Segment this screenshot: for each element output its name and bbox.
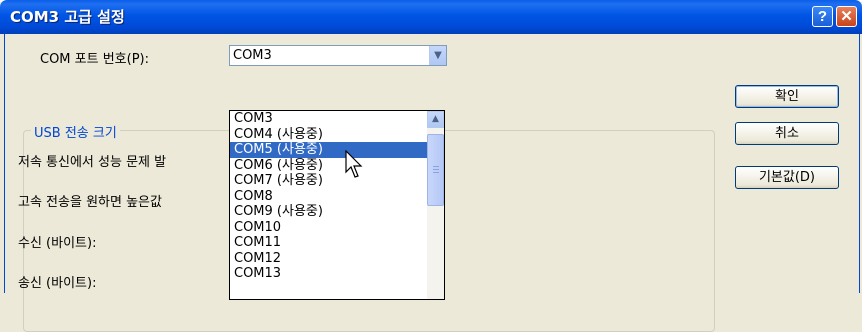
usb-group-title: USB 전송 크기 (31, 122, 120, 141)
cancel-button[interactable]: 취소 (735, 122, 839, 145)
dropdown-option[interactable]: COM6 (사용중) (230, 158, 444, 174)
window-title: COM3 고급 설정 (10, 8, 125, 26)
com-port-dropdown-list[interactable]: COM3 COM4 (사용중) COM5 (사용중) COM6 (사용중) COM7 (… (229, 110, 445, 300)
close-button[interactable]: ✕ (836, 6, 857, 27)
scrollbar-thumb[interactable] (427, 134, 444, 206)
title-bar[interactable]: COM3 고급 설정 ? ✕ (0, 0, 862, 34)
high-speed-text: 고속 전송을 원하면 높은값 (18, 195, 162, 210)
dropdown-option[interactable]: COM3 (230, 111, 444, 127)
defaults-button[interactable]: 기본값(D) (735, 166, 839, 189)
help-button[interactable]: ? (812, 6, 833, 27)
com-port-selected-value: COM3 (233, 48, 272, 63)
dropdown-option[interactable]: COM8 (230, 189, 444, 205)
dropdown-option[interactable]: COM10 (230, 220, 444, 236)
low-speed-text: 저속 통신에서 성능 문제 발 (18, 155, 167, 170)
send-bytes-label: 송신 (바이트): (18, 276, 97, 291)
com-port-label: COM 포트 번호(P): (40, 52, 149, 67)
dropdown-option[interactable]: COM7 (사용중) (230, 173, 444, 189)
dropdown-option[interactable]: COM12 (230, 251, 444, 267)
dropdown-items: COM3 COM4 (사용중) COM5 (사용중) COM6 (사용중) COM7 (… (230, 111, 444, 282)
dropdown-scrollbar[interactable]: ▲ (427, 111, 444, 299)
chevron-up-icon[interactable]: ▲ (427, 111, 444, 128)
ok-button[interactable]: 확인 (735, 85, 839, 108)
dropdown-option[interactable]: COM9 (사용중) (230, 204, 444, 220)
dropdown-option[interactable]: COM13 (230, 266, 444, 282)
arrow-cursor-icon (345, 150, 363, 178)
dropdown-option[interactable]: COM5 (사용중) (230, 142, 444, 158)
dropdown-option[interactable]: COM11 (230, 235, 444, 251)
dropdown-option[interactable]: COM4 (사용중) (230, 127, 444, 143)
chevron-down-icon[interactable]: ▼ (429, 46, 446, 65)
com-port-select[interactable]: COM3 ▼ (229, 45, 447, 66)
receive-bytes-label: 수신 (바이트): (18, 236, 97, 251)
